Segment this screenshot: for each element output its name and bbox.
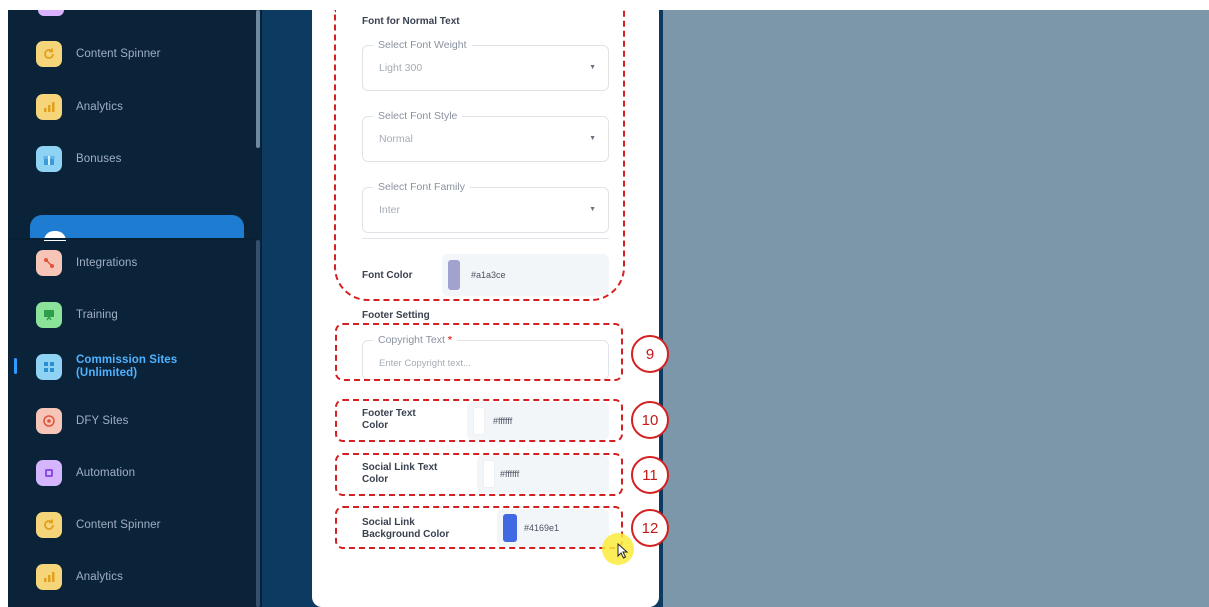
sidebar-scrollbar-lower[interactable] xyxy=(256,240,260,607)
label-line-2: (Unlimited) xyxy=(76,367,138,379)
target-icon xyxy=(36,408,62,434)
annotation-box-font-settings xyxy=(334,10,625,301)
app-frame: Content Spinner Analytics Bonuses Integr… xyxy=(8,10,1209,607)
annotation-box-9 xyxy=(335,323,623,381)
sidebar-item-label: DFY Sites xyxy=(76,414,129,427)
overlay-background xyxy=(663,10,1209,607)
sites-icon xyxy=(36,354,62,380)
sidebar-item-bonuses[interactable]: Bonuses xyxy=(36,143,121,175)
sidebar-item-label: Content Spinner xyxy=(76,47,161,60)
sidebar-item-automation[interactable]: Automation xyxy=(36,457,135,489)
sidebar-item-label: Bonuses xyxy=(76,152,122,165)
section-title-footer: Footer Setting xyxy=(362,310,430,321)
sidebar-item-label: Commission Sites (Unlimited) xyxy=(76,354,177,380)
partial-icon xyxy=(38,10,64,16)
sidebar-item-analytics-2[interactable]: Analytics xyxy=(36,561,123,593)
sidebar-scrollbar[interactable] xyxy=(256,10,260,148)
active-indicator xyxy=(14,358,17,374)
sidebar-item-content-spinner-2[interactable]: Content Spinner xyxy=(36,509,161,541)
integrations-icon xyxy=(36,250,62,276)
sidebar-item-label: Training xyxy=(76,308,118,321)
annotation-number-9: 9 xyxy=(631,335,669,373)
mouse-cursor-icon xyxy=(617,543,629,559)
sidebar-item-commission-sites[interactable]: Commission Sites (Unlimited) xyxy=(36,351,177,383)
annotation-number-12: 12 xyxy=(631,509,669,547)
automation-icon xyxy=(36,460,62,486)
sidebar-item-label: Automation xyxy=(76,466,136,479)
sidebar: Content Spinner Analytics Bonuses Integr… xyxy=(8,10,258,607)
annotation-box-11 xyxy=(335,453,623,496)
label-line-1: Commission Sites xyxy=(76,354,178,366)
sidebar-item-content-spinner[interactable]: Content Spinner xyxy=(36,38,161,70)
gift-icon xyxy=(36,146,62,172)
divider xyxy=(8,238,258,240)
annotation-box-10 xyxy=(335,399,623,442)
refresh-icon xyxy=(36,512,62,538)
bar-chart-icon xyxy=(36,564,62,590)
training-icon xyxy=(36,302,62,328)
sidebar-item-integrations[interactable]: Integrations xyxy=(36,247,137,279)
refresh-icon xyxy=(36,41,62,67)
annotation-box-12 xyxy=(335,506,623,549)
sidebar-item-label: Analytics xyxy=(76,570,123,583)
sidebar-item-label: Content Spinner xyxy=(76,518,161,531)
sidebar-item-label: Integrations xyxy=(76,256,138,269)
sidebar-item-training[interactable]: Training xyxy=(36,299,118,331)
sidebar-item-label: Analytics xyxy=(76,100,123,113)
annotation-number-10: 10 xyxy=(631,401,669,439)
bar-chart-icon xyxy=(36,94,62,120)
sidebar-item-dfy-sites[interactable]: DFY Sites xyxy=(36,405,128,437)
sidebar-item-analytics[interactable]: Analytics xyxy=(36,91,123,123)
annotation-number-11: 11 xyxy=(631,456,669,494)
